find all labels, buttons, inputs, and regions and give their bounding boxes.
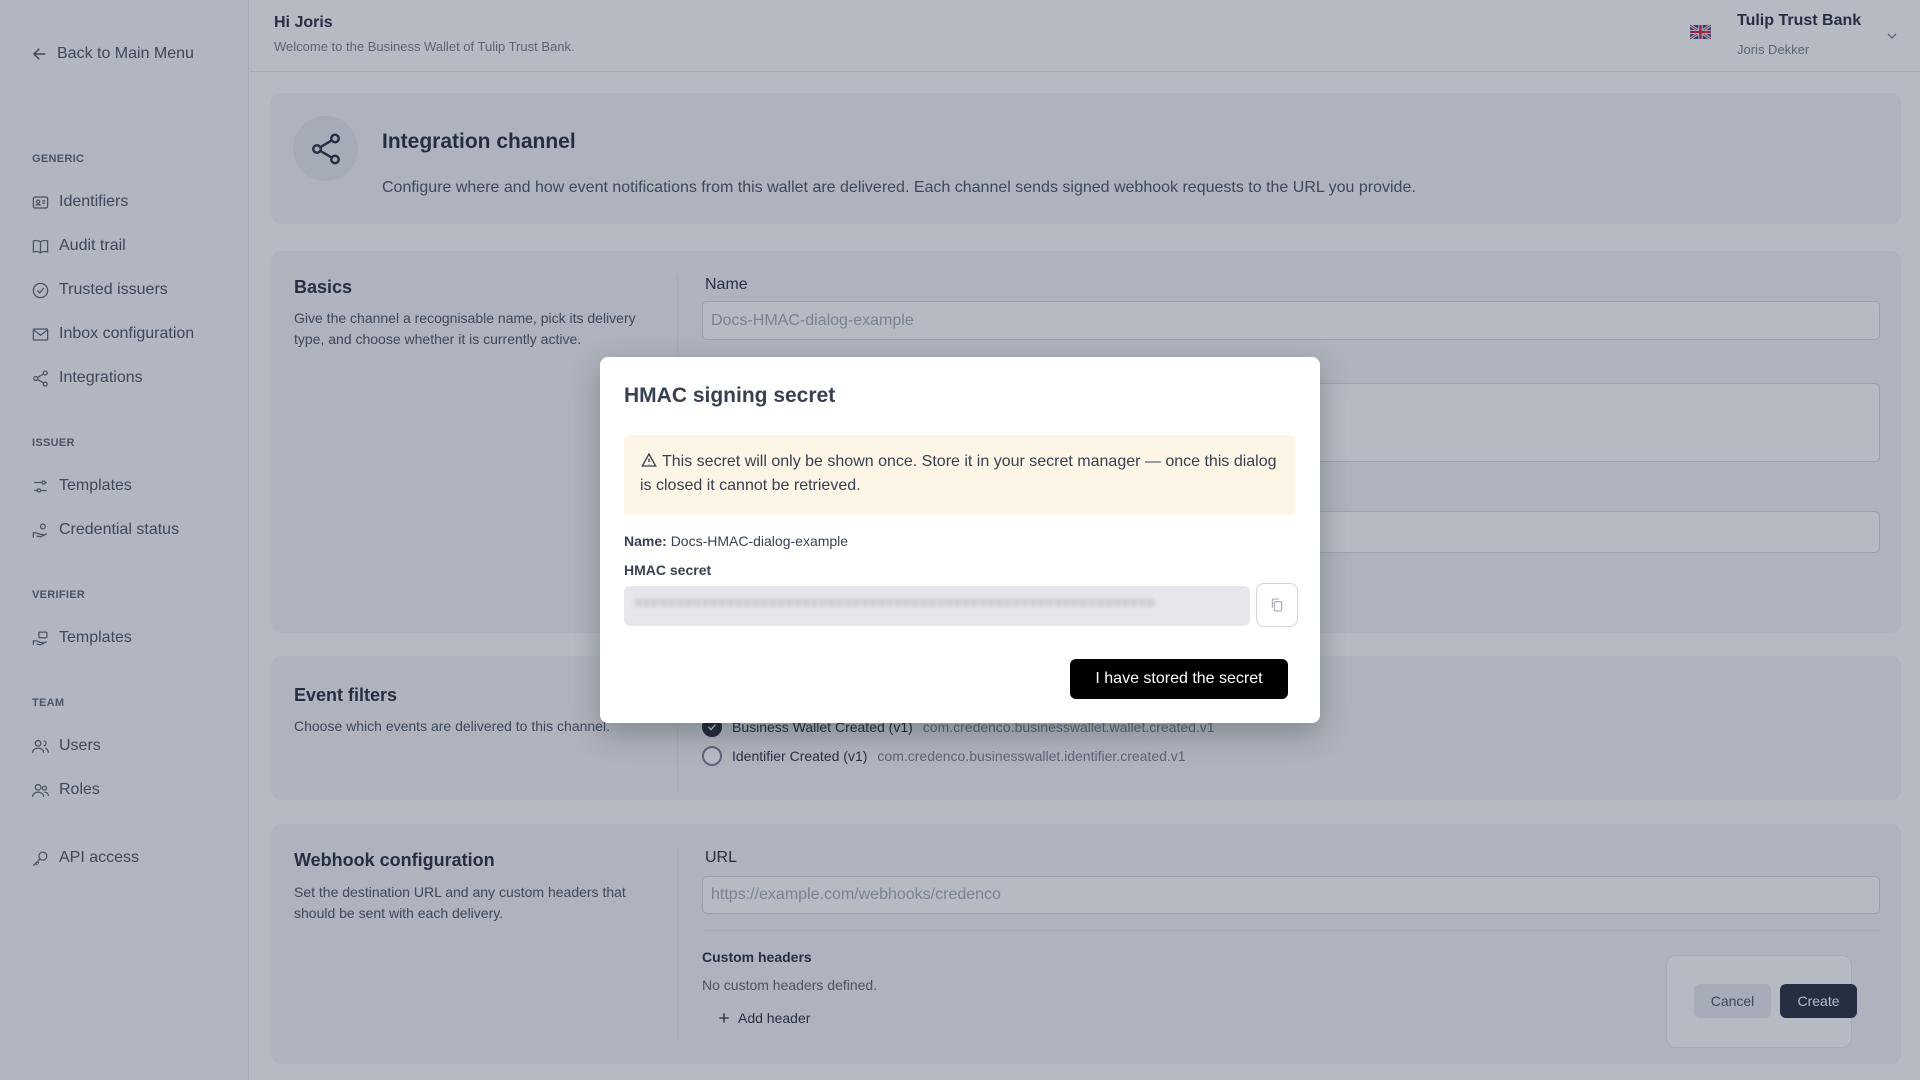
name-key: Name: [624,533,667,549]
channel-name-row: Name: Docs-HMAC-dialog-example [624,533,848,549]
warning-text: This secret will only be shown once. Sto… [640,453,1277,494]
confirm-stored-button[interactable]: I have stored the secret [1070,659,1288,699]
copy-secret-button[interactable] [1256,583,1298,627]
secret-label: HMAC secret [624,562,712,578]
copy-icon [1271,598,1283,612]
secret-field-blurred[interactable]: ••••••••••••••••••••••••••••••••••••••••… [624,586,1250,626]
name-value: Docs-HMAC-dialog-example [670,533,849,549]
warning-triangle-icon [641,452,657,467]
dialog-title: HMAC signing secret [624,384,836,407]
hmac-secret-dialog: HMAC signing secret This secret will onl… [600,357,1320,723]
secret-mask: ••••••••••••••••••••••••••••••••••••••••… [634,596,1155,612]
warning-banner: This secret will only be shown once. Sto… [624,435,1295,515]
